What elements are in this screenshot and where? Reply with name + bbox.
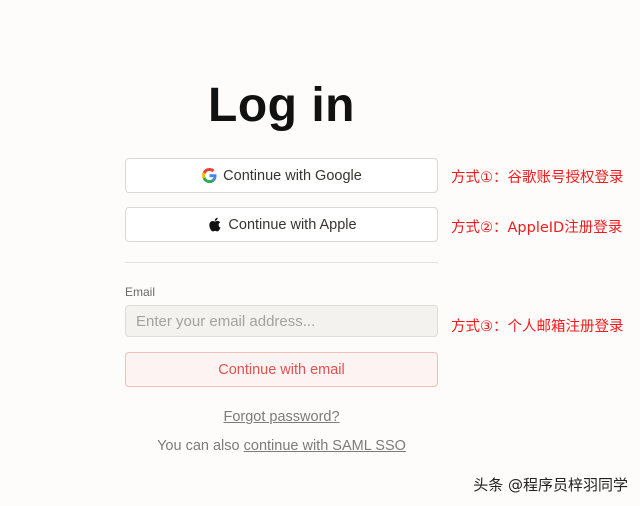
google-button-label: Continue with Google — [223, 167, 362, 184]
page-title: Log in — [208, 79, 355, 132]
email-label: Email — [125, 285, 156, 299]
annotation-email: 方式③：个人邮箱注册登录 — [451, 319, 624, 335]
saml-sso-text: You can also continue with SAML SSO — [125, 438, 438, 454]
apple-button-label: Continue with Apple — [228, 216, 357, 233]
saml-sso-link[interactable]: continue with SAML SSO — [244, 438, 406, 454]
google-icon — [201, 168, 217, 184]
annotation-google: 方式①：谷歌账号授权登录 — [451, 170, 624, 186]
divider — [125, 262, 438, 263]
continue-with-email-button[interactable]: Continue with email — [125, 352, 438, 387]
forgot-password-link[interactable]: Forgot password? — [125, 409, 438, 425]
email-button-label: Continue with email — [218, 361, 345, 378]
watermark: 头条 @程序员梓羽同学 — [473, 476, 628, 494]
saml-prefix: You can also — [157, 438, 244, 454]
apple-icon — [206, 217, 222, 233]
continue-with-google-button[interactable]: Continue with Google — [125, 158, 438, 193]
continue-with-apple-button[interactable]: Continue with Apple — [125, 207, 438, 242]
email-field[interactable] — [125, 305, 438, 337]
annotation-apple: 方式②：AppleID注册登录 — [451, 220, 623, 236]
